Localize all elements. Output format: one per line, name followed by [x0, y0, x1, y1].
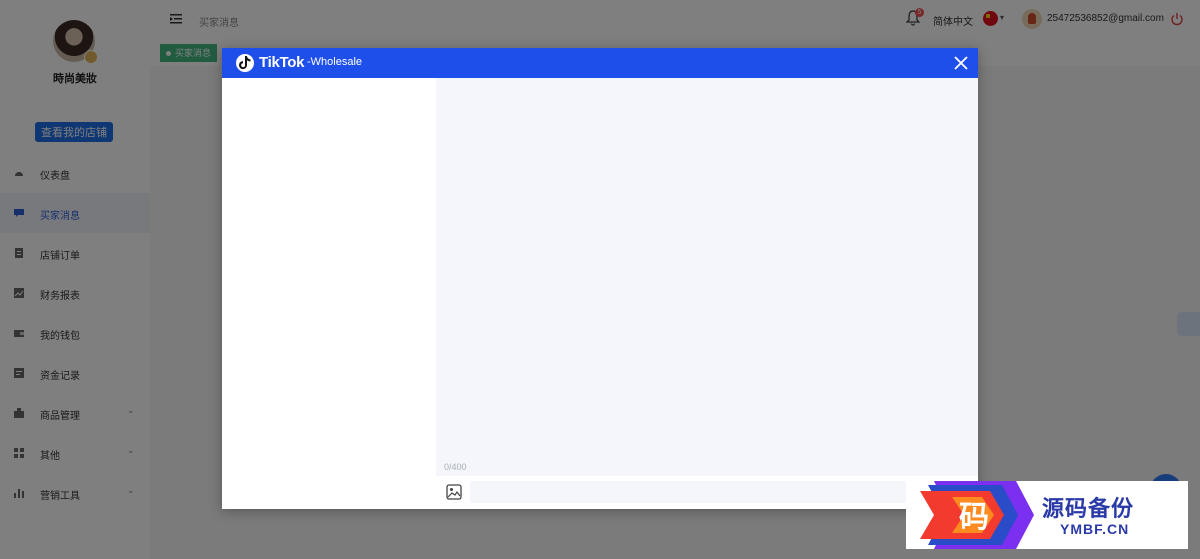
watermark-glyph: 码: [959, 500, 989, 535]
watermark-chinese-text: 源码备份: [1042, 497, 1135, 522]
watermark: 码 源码备份 YMBF.CN: [906, 481, 1188, 549]
chat-modal: TikTok -Wholesale 0/400: [222, 48, 978, 509]
message-input[interactable]: [470, 481, 960, 503]
contact-list[interactable]: [222, 78, 436, 509]
tiktok-logo-icon: [236, 54, 254, 72]
brand-suffix: -Wholesale: [307, 56, 363, 68]
message-composer: [436, 476, 978, 509]
watermark-domain: YMBF.CN: [1060, 521, 1130, 537]
image-upload-icon[interactable]: [446, 484, 462, 500]
watermark-logo-icon: 码: [920, 481, 1034, 549]
char-counter: 0/400: [444, 462, 467, 472]
close-icon[interactable]: [953, 55, 969, 71]
brand-name: TikTok: [259, 54, 305, 71]
chat-messages-area[interactable]: [436, 78, 978, 476]
modal-header: TikTok -Wholesale: [222, 48, 978, 78]
